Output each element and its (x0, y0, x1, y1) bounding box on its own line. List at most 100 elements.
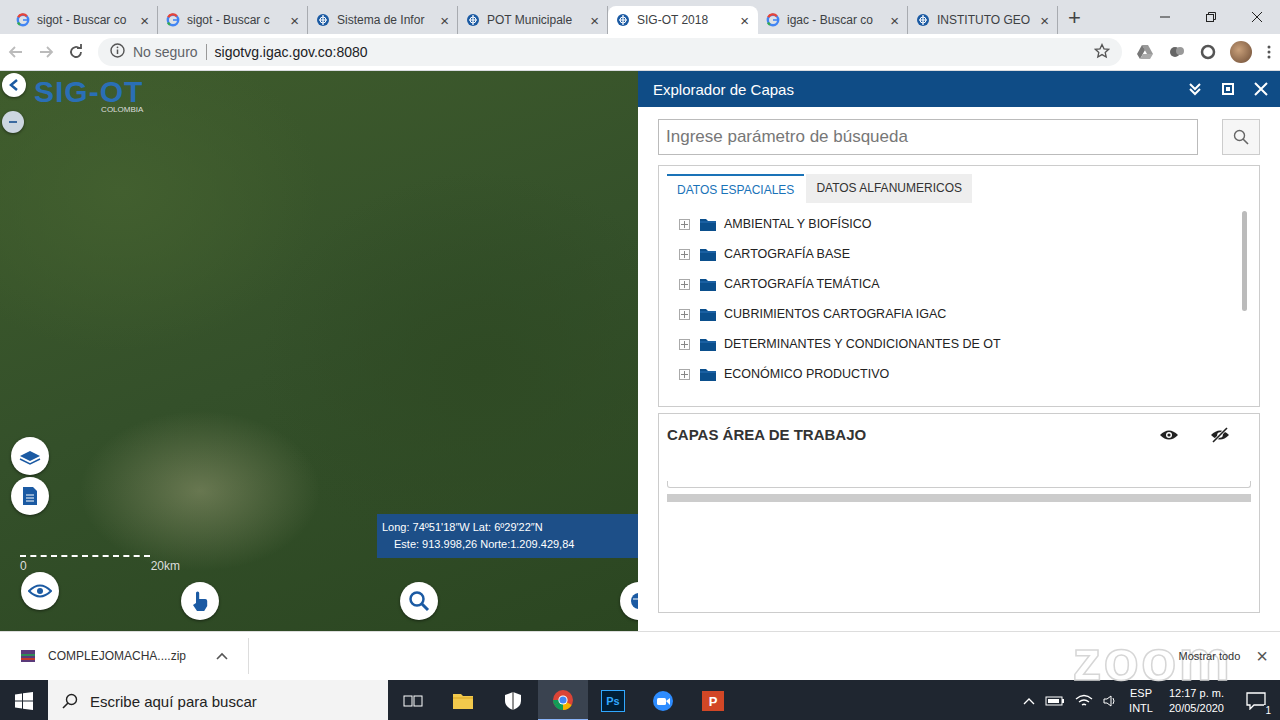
tab-close-button[interactable]: × (440, 12, 449, 29)
notifications-icon[interactable]: 1 (1240, 692, 1272, 710)
chevron-up-icon[interactable] (216, 652, 228, 660)
drive-icon[interactable] (1136, 44, 1154, 60)
expand-icon[interactable] (679, 339, 690, 350)
tab-close-button[interactable]: × (1040, 12, 1049, 29)
work-area-list (667, 481, 1251, 488)
browser-tab[interactable]: Sistema de Infor× (308, 6, 458, 34)
powerpoint-icon[interactable]: P (688, 680, 738, 720)
star-icon[interactable] (1094, 43, 1110, 62)
folder-icon (700, 248, 716, 261)
folder-row[interactable]: CUBRIMIENTOS CARTOGRAFIA IGAC (679, 299, 1227, 329)
archive-icon (20, 648, 36, 664)
folder-row[interactable]: AMBIENTAL Y BIOFÍSICO (679, 209, 1227, 239)
folder-row[interactable]: CARTOGRAFÍA BASE (679, 239, 1227, 269)
window-controls (1142, 0, 1280, 34)
layers-icon[interactable] (11, 437, 49, 475)
expand-icon[interactable] (679, 249, 690, 260)
map-view[interactable]: SIG-OTCOLOMBIA020kmLong: 74º51'18″W Lat:… (0, 71, 638, 631)
document-icon[interactable] (11, 477, 49, 515)
photoshop-icon[interactable]: Ps (588, 680, 638, 720)
close-window-icon[interactable] (1234, 0, 1280, 34)
info-icon (110, 43, 125, 61)
browser-tab[interactable]: sigot - Buscar co× (8, 6, 158, 34)
extension-icon[interactable] (1168, 43, 1186, 61)
search-button[interactable] (1222, 119, 1260, 155)
close-download-bar-button[interactable]: × (1256, 645, 1268, 668)
volume-icon[interactable] (1103, 694, 1119, 708)
scale-bar: 020km (20, 555, 180, 573)
tab-strip: sigot - Buscar co×sigot - Buscar c×Siste… (0, 0, 1280, 34)
panel-header: Explorador de Capas (638, 71, 1280, 107)
expand-icon[interactable] (679, 219, 690, 230)
tab-close-button[interactable]: × (290, 12, 299, 29)
layer-search-input[interactable]: Ingrese parámetro de búsqueda (658, 119, 1198, 155)
eye-off-icon[interactable] (1209, 427, 1231, 443)
profile-avatar[interactable] (1230, 41, 1252, 63)
maximize-icon[interactable] (1222, 83, 1234, 95)
browser-tab[interactable]: igac - Buscar co× (758, 6, 908, 34)
forward-arrow-icon[interactable] (38, 44, 54, 60)
taskbar-search[interactable]: Escribe aquí para buscar (48, 680, 388, 720)
tab-close-button[interactable]: × (590, 12, 599, 29)
download-item[interactable]: COMPLEJOMACHA....zip (20, 638, 249, 674)
folder-row[interactable]: CARTOGRAFÍA TEMÁTICA (679, 269, 1227, 299)
folder-row[interactable]: DETERMINANTES Y CONDICIONANTES DE OT (679, 329, 1227, 359)
folder-icon (700, 308, 716, 321)
tab-close-button[interactable]: × (740, 12, 749, 29)
expand-icon[interactable] (679, 279, 690, 290)
new-tab-button[interactable]: + (1068, 5, 1081, 31)
data-tab[interactable]: DATOS ALFANUMERICOS (806, 174, 972, 203)
security-icon[interactable] (488, 680, 538, 720)
extension-icon[interactable] (1200, 44, 1216, 60)
globe-icon (916, 13, 930, 27)
browser-tab[interactable]: INSTITUTO GEO× (908, 6, 1058, 34)
work-area-box: CAPAS ÁREA DE TRABAJO (658, 413, 1260, 613)
browser-toolbar: No segurosigotvg.igac.gov.co:8080 (0, 34, 1280, 71)
google-icon (166, 13, 180, 27)
show-all-button[interactable]: Mostrar todo (1171, 644, 1249, 668)
globe-icon (616, 13, 630, 27)
restore-icon[interactable] (1188, 0, 1234, 34)
google-icon (16, 13, 30, 27)
eye-icon[interactable] (21, 572, 59, 610)
hand-pointer-icon[interactable] (181, 582, 219, 620)
magnifier-icon[interactable] (400, 582, 438, 620)
close-panel-icon[interactable] (1254, 82, 1268, 96)
minimize-icon[interactable] (1142, 0, 1188, 34)
wifi-icon[interactable] (1075, 694, 1093, 708)
tab-close-button[interactable]: × (140, 12, 149, 29)
reload-icon[interactable] (68, 44, 84, 60)
data-tab[interactable]: DATOS ESPACIALES (667, 174, 804, 203)
folder-row[interactable]: ECONÓMICO PRODUCTIVO (679, 359, 1227, 389)
browser-tab[interactable]: sigot - Buscar c× (158, 6, 308, 34)
back-arrow-icon[interactable] (8, 44, 24, 60)
menu-icon[interactable] (1266, 44, 1272, 60)
folder-icon (700, 278, 716, 291)
zoom-icon[interactable] (638, 680, 688, 720)
browser-tab[interactable]: POT Municipale× (458, 6, 608, 34)
search-icon (62, 693, 78, 709)
expand-icon[interactable] (679, 369, 690, 380)
page-content: SIG-OTCOLOMBIA020kmLong: 74º51'18″W Lat:… (0, 71, 1280, 631)
collapse-icon[interactable] (1188, 82, 1202, 96)
folder-icon (700, 338, 716, 351)
browser-tab[interactable]: SIG-OT 2018× (608, 6, 758, 34)
google-icon (766, 13, 780, 27)
expand-icon[interactable] (679, 309, 690, 320)
download-bar: COMPLEJOMACHA....zipzoomMostrar todo× (0, 631, 1280, 680)
globe-icon (316, 13, 330, 27)
taskview-icon[interactable] (388, 680, 438, 720)
chrome-icon[interactable] (538, 680, 588, 720)
brain-icon[interactable] (620, 582, 638, 620)
address-bar[interactable]: No segurosigotvg.igac.gov.co:8080 (98, 38, 1122, 66)
tree-scrollbar[interactable] (1242, 211, 1247, 311)
explorer-icon[interactable] (438, 680, 488, 720)
back-circle-icon[interactable] (2, 73, 26, 97)
chevron-up-icon[interactable] (1023, 697, 1035, 705)
eye-icon[interactable] (1159, 428, 1179, 442)
windows-start-icon[interactable] (0, 692, 48, 710)
tab-close-button[interactable]: × (890, 12, 899, 29)
navigation-circle-icon[interactable] (2, 111, 24, 133)
coordinates-box: Long: 74º51'18″W Lat: 6º29'22″NEste: 913… (377, 514, 638, 558)
battery-icon[interactable] (1045, 695, 1065, 707)
